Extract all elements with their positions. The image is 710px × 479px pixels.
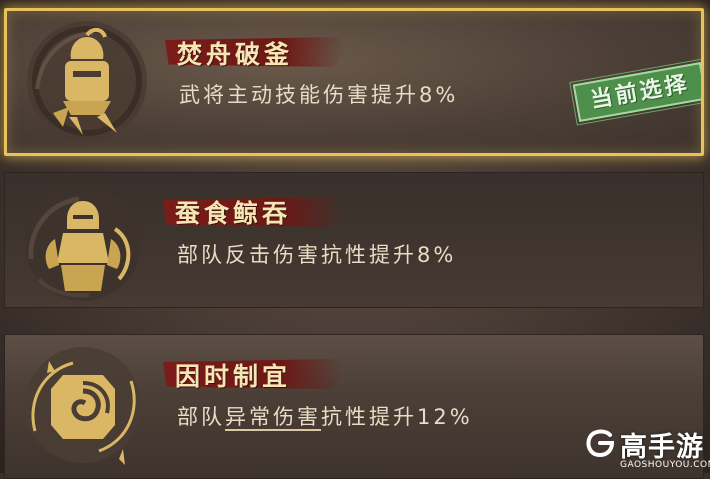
desc-keyword-link[interactable]: 异常伤害 xyxy=(225,405,321,429)
skill-selection-panel: 焚舟破釜 武将主动技能伤害提升8% 当前选择 蚕食鲸吞 部队反击伤害抗性提升8% xyxy=(0,0,710,479)
skill-description: 部队反击伤害抗性提升8% xyxy=(177,243,457,267)
watermark-url: GAOSHOUYOU.COM xyxy=(620,460,710,470)
skill-title: 焚舟破釜 xyxy=(177,40,294,69)
skill-title: 因时制宜 xyxy=(175,362,292,391)
skill-description: 武将主动技能伤害提升8% xyxy=(179,83,459,107)
skill-card-fenzhou-pofu[interactable]: 焚舟破釜 武将主动技能伤害提升8% 当前选择 xyxy=(4,8,704,156)
skill-description: 部队异常伤害抗性提升12% xyxy=(177,401,473,431)
watermark-name: 高手游 xyxy=(620,432,704,463)
warrior-helmet-icon xyxy=(27,21,147,141)
site-watermark: 高手游 GAOSHOUYOU.COM xyxy=(584,424,710,472)
skill-card-canshi-jingtun[interactable]: 蚕食鲸吞 部队反击伤害抗性提升8% xyxy=(4,172,704,308)
desc-prefix: 部队 xyxy=(177,405,225,429)
current-selection-badge: 当前选择 xyxy=(569,57,701,127)
desc-suffix: 抗性提升12% xyxy=(321,405,473,429)
gaoshouyou-logo-icon xyxy=(586,429,615,458)
skill-title: 蚕食鲸吞 xyxy=(175,199,292,228)
armored-soldier-icon xyxy=(25,185,141,301)
spiral-shield-icon xyxy=(25,347,141,465)
